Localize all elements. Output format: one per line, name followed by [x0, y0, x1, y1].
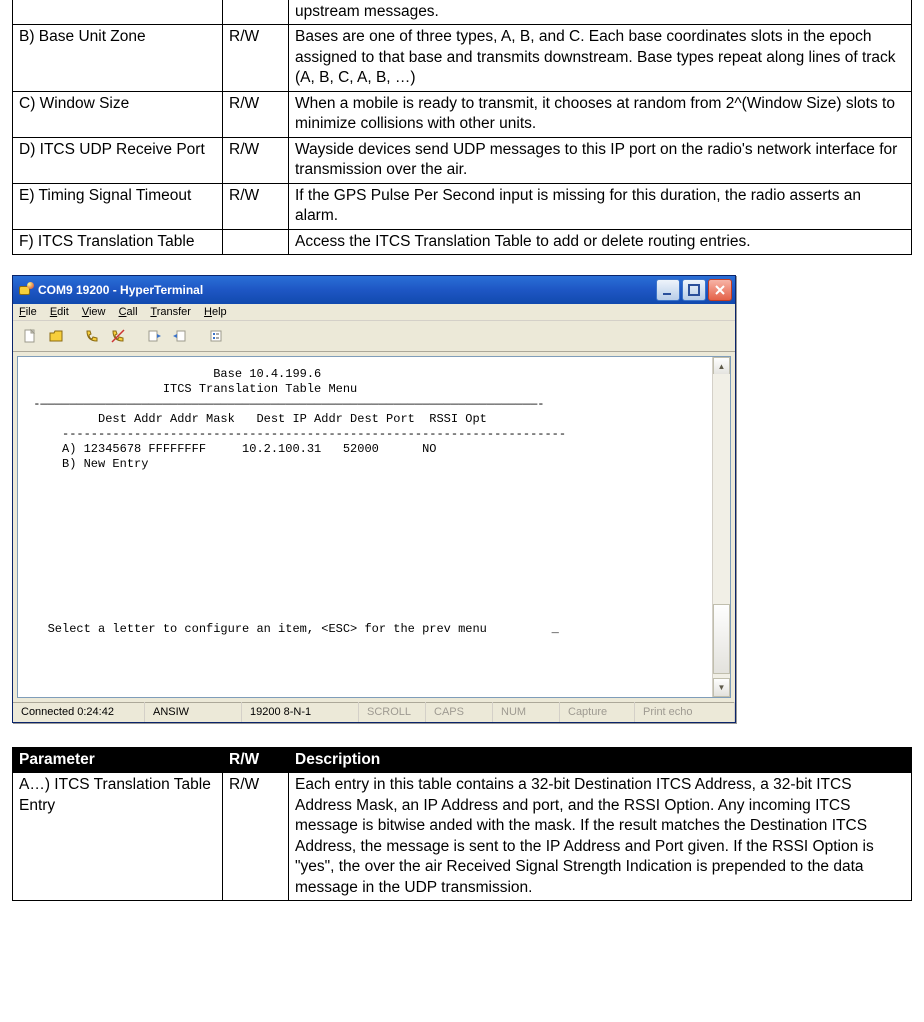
status-printecho: Print echo [635, 702, 735, 722]
send-file-icon [146, 328, 162, 344]
cell-rw: R/W [223, 91, 289, 137]
cell-desc: Wayside devices send UDP messages to thi… [289, 137, 912, 183]
cell-param: E) Timing Signal Timeout [13, 183, 223, 229]
scroll-down-button[interactable]: ▼ [713, 678, 730, 697]
phone-hangup-icon [110, 328, 126, 344]
parameter-table-lower: Parameter R/W Description A…) ITCS Trans… [12, 747, 912, 901]
menu-bar: File Edit View Call Transfer Help [13, 304, 735, 321]
cell-desc: Bases are one of three types, A, B, and … [289, 25, 912, 91]
status-bar: Connected 0:24:42 ANSIW 19200 8-N-1 SCRO… [13, 702, 735, 722]
terminal-area: Base 10.4.199.6 ITCS Translation Table M… [13, 352, 735, 702]
parameter-table-upper: upstream messages. B) Base Unit Zone R/W… [12, 0, 912, 255]
minimize-icon [660, 282, 676, 298]
cell-rw: R/W [223, 773, 289, 901]
menu-file[interactable]: File [19, 306, 37, 318]
cell-desc: Access the ITCS Translation Table to add… [289, 229, 912, 254]
toolbar-disconnect-button[interactable] [107, 325, 129, 347]
table-row: F) ITCS Translation Table Access the ITC… [13, 229, 912, 254]
cell-desc: If the GPS Pulse Per Second input is mis… [289, 183, 912, 229]
cell-param: C) Window Size [13, 91, 223, 137]
status-emulation: ANSIW [145, 702, 242, 722]
cell-rw: R/W [223, 25, 289, 91]
toolbar-new-button[interactable] [19, 325, 41, 347]
menu-call[interactable]: Call [119, 306, 138, 318]
maximize-icon [686, 282, 702, 298]
toolbar-receive-button[interactable] [169, 325, 191, 347]
cell-rw: R/W [223, 137, 289, 183]
maximize-button[interactable] [682, 279, 706, 301]
status-num: NUM [493, 702, 560, 722]
status-port: 19200 8-N-1 [242, 702, 359, 722]
status-capture: Capture [560, 702, 635, 722]
cell-desc: When a mobile is ready to transmit, it c… [289, 91, 912, 137]
title-bar[interactable]: COM9 19200 - HyperTerminal [13, 276, 735, 304]
status-caps: CAPS [426, 702, 493, 722]
scroll-track[interactable] [713, 374, 730, 680]
scroll-thumb[interactable] [713, 604, 730, 674]
menu-transfer[interactable]: Transfer [150, 306, 191, 318]
close-icon [712, 282, 728, 298]
header-parameter: Parameter [13, 747, 223, 772]
cell-rw: R/W [223, 183, 289, 229]
menu-help[interactable]: Help [204, 306, 227, 318]
status-connected: Connected 0:24:42 [13, 702, 145, 722]
table-row: D) ITCS UDP Receive Port R/W Wayside dev… [13, 137, 912, 183]
window-title: COM9 19200 - HyperTerminal [38, 283, 203, 297]
cell-param [13, 0, 223, 25]
cell-rw [223, 0, 289, 25]
menu-view[interactable]: View [82, 306, 106, 318]
cell-param: B) Base Unit Zone [13, 25, 223, 91]
hyperterminal-window: COM9 19200 - HyperTerminal File Edit Vie… [12, 275, 736, 723]
toolbar-open-button[interactable] [45, 325, 67, 347]
toolbar [13, 321, 735, 352]
table-row: upstream messages. [13, 0, 912, 25]
new-doc-icon [22, 328, 38, 344]
toolbar-send-button[interactable] [143, 325, 165, 347]
cell-param: F) ITCS Translation Table [13, 229, 223, 254]
cell-desc: upstream messages. [289, 0, 912, 25]
open-folder-icon [48, 328, 64, 344]
phone-call-icon [84, 328, 100, 344]
cell-param: A…) ITCS Translation Table Entry [13, 773, 223, 901]
terminal-text: Base 10.4.199.6 ITCS Translation Table M… [18, 357, 730, 645]
table-row: E) Timing Signal Timeout R/W If the GPS … [13, 183, 912, 229]
header-description: Description [289, 747, 912, 772]
table-row: C) Window Size R/W When a mobile is read… [13, 91, 912, 137]
cell-param: D) ITCS UDP Receive Port [13, 137, 223, 183]
terminal-output[interactable]: Base 10.4.199.6 ITCS Translation Table M… [17, 356, 731, 698]
cell-rw [223, 229, 289, 254]
minimize-button[interactable] [656, 279, 680, 301]
close-button[interactable] [708, 279, 732, 301]
header-rw: R/W [223, 747, 289, 772]
toolbar-call-button[interactable] [81, 325, 103, 347]
cell-desc: Each entry in this table contains a 32-b… [289, 773, 912, 901]
properties-icon [208, 328, 224, 344]
menu-edit[interactable]: Edit [50, 306, 69, 318]
table-header-row: Parameter R/W Description [13, 747, 912, 772]
table-row: A…) ITCS Translation Table Entry R/W Eac… [13, 773, 912, 901]
table-row: B) Base Unit Zone R/W Bases are one of t… [13, 25, 912, 91]
vertical-scrollbar[interactable]: ▲ ▼ [712, 357, 730, 697]
app-icon [18, 282, 34, 298]
receive-file-icon [172, 328, 188, 344]
status-scroll: SCROLL [359, 702, 426, 722]
toolbar-properties-button[interactable] [205, 325, 227, 347]
